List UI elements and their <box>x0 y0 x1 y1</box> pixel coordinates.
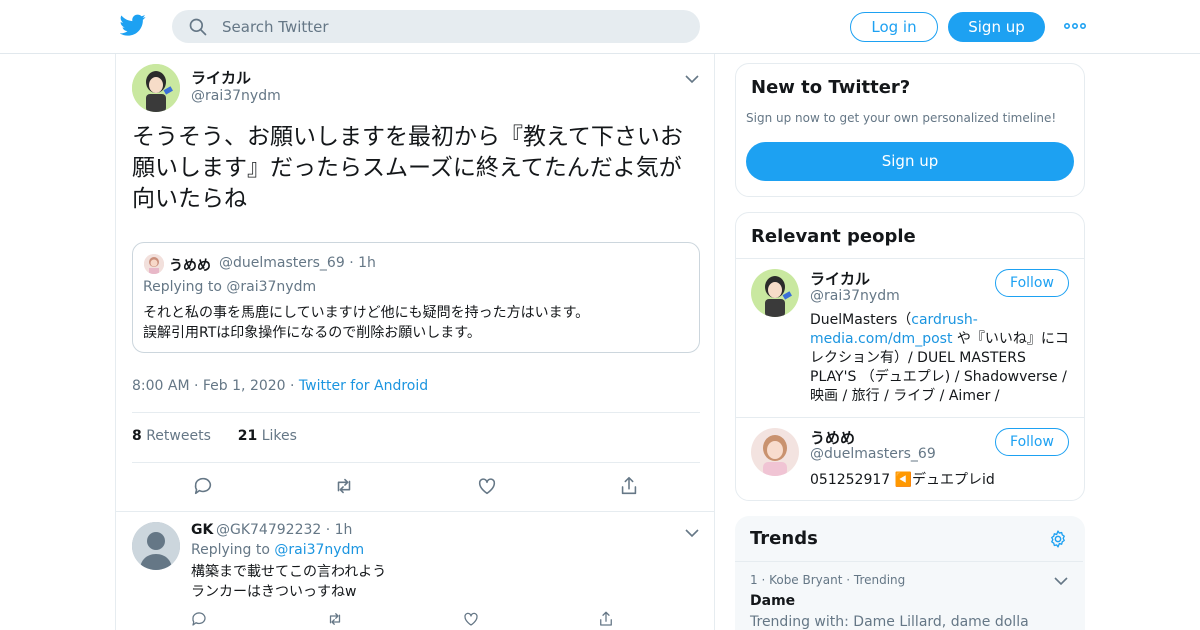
share-icon[interactable] <box>618 475 640 497</box>
reply-author-name[interactable]: GK <box>191 522 213 538</box>
quoted-tweet[interactable]: うめめ @duelmasters_69 · 1h Replying to @ra… <box>132 242 700 353</box>
quoted-author-avatar <box>144 254 164 274</box>
divider <box>735 561 1083 562</box>
quoted-text: それと私の事を馬鹿にしていますけど他にも疑問を持った方はいます。 誤解引用RTは… <box>143 303 683 343</box>
signup-button[interactable]: Sign up <box>948 12 1045 42</box>
reply-text-line: 構築まで載せてこの言われよう <box>191 564 387 580</box>
trends-card: Trends 1 · Kobe Bryant · Trending Dame T… <box>735 516 1085 630</box>
like-icon[interactable] <box>476 475 498 497</box>
reply-text: 構築まで載せてこの言われよう ランカーはきついっすねw <box>191 562 691 602</box>
quoted-replying-to: Replying to @rai37nydm <box>143 279 317 295</box>
author-avatar[interactable] <box>132 64 180 112</box>
bio-text: DuelMasters（ <box>810 312 912 328</box>
person-bio: DuelMasters（cardrush-media.com/dm_post や… <box>810 311 1072 406</box>
reply-actions <box>116 610 714 630</box>
trend-name[interactable]: Dame <box>750 593 795 609</box>
divider <box>736 417 1084 418</box>
retweet-icon[interactable] <box>333 475 355 497</box>
follow-button[interactable]: Follow <box>995 428 1069 456</box>
gear-icon[interactable] <box>1048 529 1068 549</box>
more-options-icon[interactable] <box>1064 18 1086 34</box>
new-to-twitter-title: New to Twitter? <box>751 77 911 98</box>
trend-related: Trending with: Dame Lillard, dame dolla <box>750 614 1029 630</box>
reply-icon[interactable] <box>190 610 208 628</box>
person-handle[interactable]: @rai37nydm <box>810 288 900 304</box>
tweet-source-link[interactable]: Twitter for Android <box>299 378 428 394</box>
likes-label: Likes <box>261 428 297 444</box>
tweet-time: 8:00 AM · Feb 1, 2020 · <box>132 378 299 394</box>
trend-meta: 1 · Kobe Bryant · Trending <box>750 573 906 587</box>
retweet-icon[interactable] <box>326 610 344 628</box>
author-name[interactable]: ライカル <box>191 67 251 88</box>
twitter-logo-icon[interactable] <box>120 12 146 38</box>
retweets-count: 8 <box>132 428 142 444</box>
replying-handle-link[interactable]: @rai37nydm <box>274 542 364 558</box>
likes-count: 21 <box>237 428 258 444</box>
person-handle[interactable]: @duelmasters_69 <box>810 446 936 462</box>
chevron-down-icon[interactable] <box>685 528 699 538</box>
sidebar-signup-button[interactable]: Sign up <box>746 142 1074 181</box>
portrait-avatar-icon <box>144 254 164 274</box>
divider <box>736 258 1084 259</box>
reply-icon[interactable] <box>192 475 214 497</box>
share-icon[interactable] <box>597 610 615 628</box>
quoted-author-name: うめめ <box>169 258 211 274</box>
quoted-text-line: 誤解引用RTは印象操作になるので削除お願いします。 <box>143 325 481 341</box>
divider <box>132 412 700 413</box>
anime-character-avatar-icon <box>132 64 180 112</box>
follow-button[interactable]: Follow <box>995 269 1069 297</box>
retweets-label: Retweets <box>146 428 211 444</box>
like-icon[interactable] <box>462 610 480 628</box>
tweet-actions <box>116 475 714 503</box>
reply-replying-to: Replying to @rai37nydm <box>191 542 364 558</box>
new-to-twitter-subtitle: Sign up now to get your own personalized… <box>746 111 1057 125</box>
portrait-avatar-icon <box>751 428 799 476</box>
replying-prefix: Replying to <box>191 542 275 558</box>
main-timeline: ライカル @rai37nydm そうそう、お願いしますを最初から『教えて下さいお… <box>115 54 715 630</box>
tweet-stats: 8 Retweets 21 Likes <box>132 428 297 444</box>
tweet-text: そうそう、お願いしますを最初から『教えて下さいお願いします』だったらスムーズに終… <box>132 124 683 212</box>
person-bio: 051252917 ◀️デュエプレid <box>810 472 995 488</box>
search-input[interactable] <box>222 10 682 43</box>
relevant-people-card: Relevant people ライカル @rai37nydm Follow D… <box>735 212 1085 501</box>
trends-title: Trends <box>750 528 818 549</box>
quoted-text-line: それと私の事を馬鹿にしていますけど他にも疑問を持った方はいます。 <box>143 305 590 321</box>
person-avatar[interactable] <box>751 269 799 317</box>
person-name[interactable]: うめめ <box>810 427 855 448</box>
reply-author-meta[interactable]: @GK74792232 · 1h <box>216 522 352 538</box>
anime-character-avatar-icon <box>751 269 799 317</box>
quoted-author-meta: @duelmasters_69 · 1h <box>219 255 376 271</box>
likes-stat[interactable]: 21 Likes <box>238 428 297 444</box>
reply-author-avatar[interactable] <box>132 522 180 570</box>
search-icon <box>189 18 207 36</box>
chevron-down-icon[interactable] <box>685 74 699 84</box>
tweet-separator <box>116 511 714 512</box>
relevant-people-title: Relevant people <box>751 226 916 247</box>
retweets-stat[interactable]: 8 Retweets <box>132 428 211 444</box>
reply-text-line: ランカーはきついっすねw <box>191 584 357 600</box>
divider <box>132 462 700 463</box>
chevron-down-icon[interactable] <box>1054 576 1068 586</box>
search-bar[interactable] <box>172 10 700 43</box>
top-header: Log in Sign up <box>0 0 1200 54</box>
default-avatar-icon <box>132 522 180 570</box>
author-handle[interactable]: @rai37nydm <box>191 88 281 104</box>
tweet-timestamp: 8:00 AM · Feb 1, 2020 · Twitter for Andr… <box>132 378 428 394</box>
new-to-twitter-card: New to Twitter? Sign up now to get your … <box>735 63 1085 197</box>
person-avatar[interactable] <box>751 428 799 476</box>
login-button[interactable]: Log in <box>850 12 938 42</box>
person-name[interactable]: ライカル <box>810 268 870 289</box>
